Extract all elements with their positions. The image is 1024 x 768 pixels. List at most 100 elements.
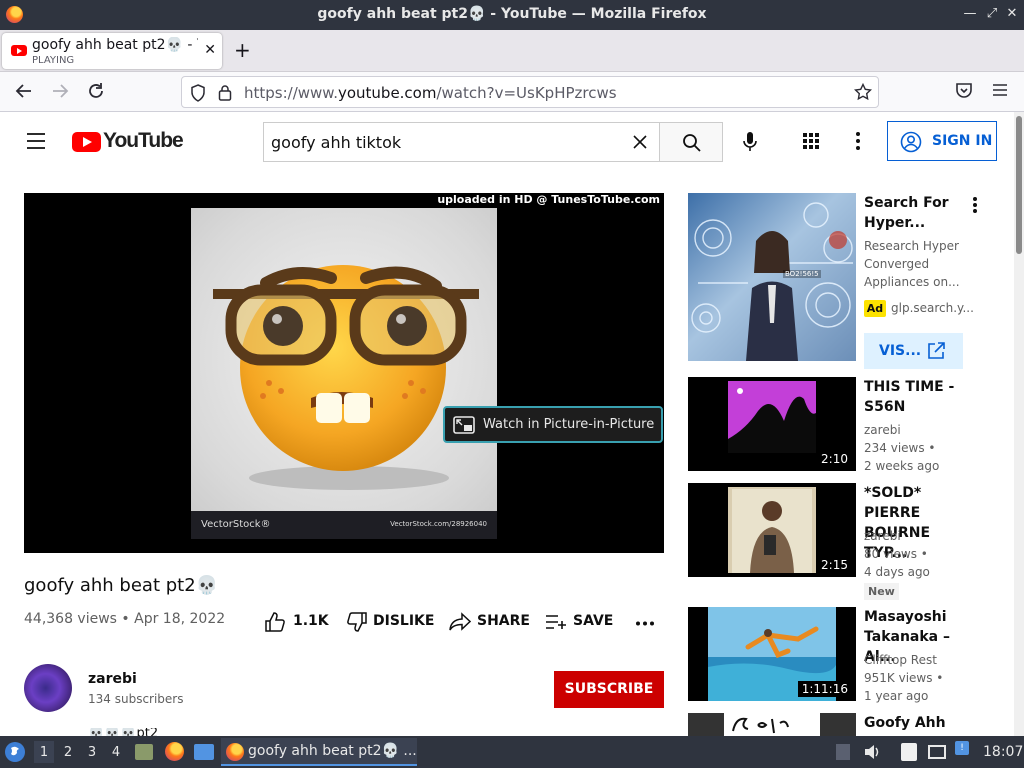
app-menu-icon[interactable]	[991, 81, 1009, 99]
sidebar-video-title[interactable]: Goofy Ahh Beat	[864, 713, 974, 736]
sign-in-button[interactable]: SIGN IN	[887, 121, 997, 161]
picture-in-picture-label: Watch in Picture-in-Picture	[483, 417, 655, 432]
reload-button[interactable]	[86, 81, 106, 101]
firefox-launcher-icon[interactable]	[165, 742, 184, 761]
picture-in-picture-button[interactable]: Watch in Picture-in-Picture	[443, 406, 663, 443]
video-duration: 2:10	[817, 451, 852, 467]
video-title: goofy ahh beat pt2💀	[24, 575, 219, 596]
thumbs-down-icon	[346, 611, 368, 633]
notification-icon[interactable]: !	[955, 741, 969, 755]
new-tab-button[interactable]: +	[234, 38, 251, 62]
navigation-toolbar: https://www.youtube.com/watch?v=UsKpHPzr…	[0, 72, 1024, 112]
share-arrow-icon	[449, 612, 471, 632]
handwriting-thumbnail	[688, 713, 856, 736]
minimize-icon[interactable]: —	[962, 6, 978, 21]
ad-desc-line2: Converged	[864, 257, 930, 271]
file-manager-icon[interactable]	[135, 744, 153, 760]
page-scrollbar-thumb[interactable]	[1016, 116, 1022, 254]
voice-search-microphone-icon[interactable]	[742, 131, 758, 153]
show-desktop-icon[interactable]	[194, 744, 214, 760]
workspace-4[interactable]: 4	[106, 745, 126, 760]
sidebar-video-age: 1 year ago	[864, 689, 929, 703]
share-label: SHARE	[477, 613, 530, 629]
url-bar[interactable]: https://www.youtube.com/watch?v=UsKpHPzr…	[181, 76, 879, 108]
search-button[interactable]	[659, 122, 723, 162]
workspace-2[interactable]: 2	[58, 745, 78, 760]
sidebar-video-views: 234 views •	[864, 441, 936, 455]
lock-icon[interactable]	[218, 84, 232, 101]
start-menu-icon[interactable]	[5, 742, 25, 762]
workspace-3[interactable]: 3	[82, 745, 102, 760]
clear-search-icon[interactable]	[632, 134, 648, 150]
sidebar-video-age: 2 weeks ago	[864, 459, 940, 473]
tray-scroll-icon[interactable]	[836, 744, 850, 760]
taskbar-firefox-window[interactable]: goofy ahh beat pt2💀 ...	[221, 738, 417, 766]
tab-youtube[interactable]: goofy ahh beat pt2💀 - Yo PLAYING ✕	[2, 33, 222, 69]
search-input[interactable]	[264, 123, 614, 161]
tab-playing-label: PLAYING	[32, 55, 75, 66]
sidebar-video-views: 951K views •	[864, 671, 944, 685]
sign-in-label: SIGN IN	[932, 133, 993, 149]
bookmark-star-icon[interactable]	[854, 83, 872, 101]
video-duration: 2:15	[817, 557, 852, 573]
sidebar-video-views: 80 views •	[864, 547, 928, 561]
sidebar-video-thumbnail[interactable]: 2:15	[688, 483, 856, 577]
subscriber-count: 134 subscribers	[88, 692, 184, 706]
apps-grid-icon[interactable]	[802, 132, 820, 150]
ad-visit-button[interactable]: VIS...	[864, 333, 963, 369]
video-player[interactable]: uploaded in HD @ TunesToTube.com VectorS…	[24, 193, 664, 553]
channel-avatar[interactable]	[24, 664, 72, 712]
sidebar-video-thumbnail[interactable]: 2:10	[688, 377, 856, 471]
sidebar-video-channel[interactable]: zarebi	[864, 423, 901, 437]
save-label: SAVE	[573, 613, 614, 629]
firefox-task-icon	[226, 743, 244, 761]
sidebar-video-thumbnail[interactable]: 1:11:16	[688, 607, 856, 701]
ad-hologram-image	[691, 202, 853, 361]
sidebar-video-channel[interactable]: Clifftop Rest	[864, 653, 937, 667]
maximize-icon[interactable]: ⤢	[984, 6, 1000, 21]
ad-more-icon[interactable]	[972, 196, 978, 214]
subscribe-button[interactable]: SUBSCRIBE	[554, 671, 664, 708]
new-badge: New	[864, 583, 899, 600]
like-count: 1.1K	[293, 613, 329, 629]
video-meta: 44,368 views • Apr 18, 2022	[24, 611, 226, 627]
pocket-icon[interactable]	[955, 81, 973, 99]
settings-more-icon[interactable]	[855, 131, 861, 151]
search-icon	[682, 133, 702, 153]
display-icon[interactable]	[928, 745, 946, 759]
dislike-label: DISLIKE	[373, 613, 435, 629]
volume-icon[interactable]	[863, 743, 881, 761]
sidebar-video-title[interactable]: THIS TIME - S56N	[864, 377, 974, 417]
channel-name[interactable]: zarebi	[88, 671, 137, 687]
video-frame-nerd-emoji: VectorStock® VectorStock.com/28926040	[191, 208, 497, 539]
guide-menu-icon[interactable]	[26, 132, 46, 150]
ad-thumb-text: BO2!56!5	[783, 270, 821, 278]
sidebar-video-age: 4 days ago	[864, 565, 930, 579]
youtube-favicon-icon	[11, 45, 27, 56]
description-preview: 💀💀💀pt2	[88, 728, 159, 736]
forward-button[interactable]	[50, 81, 70, 101]
sidebar-video-thumbnail[interactable]	[688, 713, 856, 736]
uploaded-watermark-text: uploaded in HD @ TunesToTube.com	[437, 193, 660, 206]
ad-desc-line3: Appliances on...	[864, 275, 960, 289]
nerd-emoji-image	[213, 265, 479, 490]
vectorstock-strip: VectorStock® VectorStock.com/28926040	[191, 511, 497, 539]
url-text: https://www.youtube.com/watch?v=UsKpHPzr…	[244, 84, 617, 102]
workspace-1[interactable]: 1	[34, 741, 54, 763]
taskbar-clock: 18:07	[983, 744, 1024, 760]
search-box[interactable]	[263, 122, 660, 162]
ad-title[interactable]: Search For Hyper...	[864, 193, 974, 233]
close-tab-icon[interactable]: ✕	[204, 42, 216, 58]
close-window-icon[interactable]: ✕	[1004, 6, 1020, 21]
youtube-play-icon	[72, 132, 101, 152]
clipboard-icon[interactable]	[901, 743, 917, 761]
back-button[interactable]	[14, 81, 34, 101]
external-link-icon	[926, 341, 946, 361]
tracking-shield-icon[interactable]	[190, 84, 206, 102]
picture-in-picture-icon	[453, 416, 475, 434]
sidebar-video-channel[interactable]: zarebi	[864, 529, 901, 543]
ad-visit-label: VIS...	[879, 343, 922, 359]
account-icon	[900, 131, 922, 153]
ad-thumbnail[interactable]: BO2!56!5	[688, 193, 856, 361]
thumbs-up-icon	[264, 611, 286, 633]
